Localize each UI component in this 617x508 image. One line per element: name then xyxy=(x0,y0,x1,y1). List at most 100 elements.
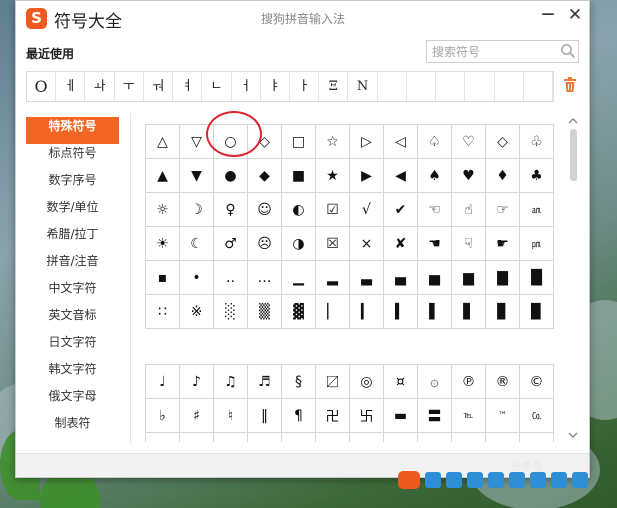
recent-symbol-cell[interactable]: ㅏ xyxy=(290,72,320,101)
symbol-cell[interactable]: ※ xyxy=(179,294,214,329)
recent-symbol-cell[interactable]: Ξ xyxy=(319,72,349,101)
sidebar-item[interactable]: 希腊/拉丁 xyxy=(26,225,119,252)
symbol-cell[interactable]: ℡ xyxy=(451,398,486,433)
sidebar-item[interactable]: 制表符 xyxy=(26,414,119,441)
symbol-cell[interactable]: × xyxy=(349,226,384,261)
symbol-cell[interactable]: ★ xyxy=(315,158,350,193)
symbol-cell[interactable]: ▶ xyxy=(349,158,384,193)
symbol-cell[interactable] xyxy=(451,432,486,442)
symbol-cell[interactable]: ▪ xyxy=(145,260,180,295)
symbol-cell[interactable]: ♠ xyxy=(417,158,452,193)
symbol-cell[interactable]: ✘ xyxy=(383,226,418,261)
sidebar-item[interactable]: 数学/单位 xyxy=(26,198,119,225)
symbol-cell[interactable]: ☟ xyxy=(451,226,486,261)
symbol-cell[interactable]: ℗ xyxy=(451,364,486,399)
symbol-cell[interactable]: … xyxy=(247,260,282,295)
symbol-cell[interactable] xyxy=(179,432,214,442)
symbol-cell[interactable]: ☺ xyxy=(247,192,282,227)
recent-symbol-cell[interactable]: ㅜ xyxy=(115,72,144,101)
sidebar-item[interactable]: 俄文字母 xyxy=(26,387,119,414)
symbol-cell[interactable]: ☆ xyxy=(315,124,350,159)
symbol-cell[interactable]: ☹ xyxy=(247,226,282,261)
symbol-cell[interactable]: ✔ xyxy=(383,192,418,227)
recent-symbol-cell[interactable]: O xyxy=(27,72,57,101)
symbol-cell[interactable]: ▏ xyxy=(315,294,350,329)
symbol-cell[interactable]: ㏘ xyxy=(519,226,554,261)
symbol-cell[interactable]: ◑ xyxy=(281,226,316,261)
symbol-cell[interactable] xyxy=(383,432,418,442)
recent-symbol-cell[interactable]: ㅔ xyxy=(56,72,86,101)
chinese-mode-icon[interactable] xyxy=(425,472,441,488)
symbol-cell[interactable]: © xyxy=(519,364,554,399)
symbol-cell[interactable]: ♪ xyxy=(179,364,214,399)
symbol-cell[interactable]: ۞ xyxy=(417,364,452,399)
symbol-cell[interactable]: ‥ xyxy=(213,260,248,295)
close-button[interactable]: ✕ xyxy=(566,5,584,27)
symbol-cell[interactable]: ▍ xyxy=(383,294,418,329)
symbol-cell[interactable]: ☼ xyxy=(145,192,180,227)
symbol-cell[interactable]: ♣ xyxy=(519,158,554,193)
symbol-cell[interactable]: ◐ xyxy=(281,192,316,227)
symbol-cell[interactable]: ▃ xyxy=(349,260,384,295)
search-box[interactable] xyxy=(426,40,579,63)
symbol-cell[interactable]: ☜ xyxy=(417,192,452,227)
symbol-cell[interactable]: ● xyxy=(213,158,248,193)
sidebar-item[interactable]: 特殊符号 xyxy=(26,117,119,144)
symbol-cell[interactable]: √ xyxy=(349,192,384,227)
symbol-cell[interactable]: ▋ xyxy=(451,294,486,329)
sidebar-item[interactable]: 英文音标 xyxy=(26,306,119,333)
symbol-cell[interactable]: ▌ xyxy=(417,294,452,329)
symbol-cell[interactable]: ▬ xyxy=(383,398,418,433)
symbol-cell[interactable]: ♥ xyxy=(451,158,486,193)
recent-symbol-cell[interactable]: ㅑ xyxy=(261,72,290,101)
symbol-cell[interactable]: 卍 xyxy=(315,398,350,433)
symbol-cell[interactable]: ◁ xyxy=(383,124,418,159)
symbol-cell[interactable]: ▁ xyxy=(281,260,316,295)
punctuation-icon[interactable] xyxy=(467,472,483,488)
skin-icon[interactable] xyxy=(551,472,567,488)
recent-symbol-cell[interactable]: ㅘ xyxy=(85,72,115,101)
symbol-cell[interactable]: ▎ xyxy=(349,294,384,329)
sidebar-item[interactable]: 拼音/注音 xyxy=(26,252,119,279)
symbol-cell[interactable]: ◎ xyxy=(349,364,384,399)
recent-symbol-cell[interactable] xyxy=(524,72,553,101)
symbol-cell[interactable]: □ xyxy=(281,124,316,159)
symbol-cell[interactable]: ♭ xyxy=(145,398,180,433)
recent-symbol-cell[interactable] xyxy=(378,72,407,101)
symbol-cell[interactable]: ▄ xyxy=(383,260,418,295)
symbol-cell[interactable]: ♤ xyxy=(417,124,452,159)
keyboard-icon[interactable] xyxy=(509,472,525,488)
symbol-cell[interactable]: ¤ xyxy=(383,364,418,399)
recent-symbol-cell[interactable] xyxy=(407,72,437,101)
recent-symbol-cell[interactable]: N xyxy=(348,72,378,101)
symbol-cell[interactable]: ♂ xyxy=(213,226,248,261)
symbol-cell[interactable]: ◀ xyxy=(383,158,418,193)
symbol-cell[interactable]: ░ xyxy=(213,294,248,329)
symbol-cell[interactable]: ® xyxy=(485,364,520,399)
symbol-cell[interactable]: ■ xyxy=(281,158,316,193)
scroll-up-icon[interactable] xyxy=(568,117,578,125)
minimize-button[interactable]: — xyxy=(540,7,556,27)
symbol-cell[interactable] xyxy=(145,432,180,442)
symbol-cell[interactable]: ☚ xyxy=(417,226,452,261)
recent-symbol-cell[interactable] xyxy=(495,72,524,101)
search-input[interactable] xyxy=(427,41,553,62)
symbol-cell[interactable]: ▷ xyxy=(349,124,384,159)
recent-symbol-cell[interactable]: ㅓ xyxy=(232,72,261,101)
symbol-cell[interactable]: ‖ xyxy=(247,398,282,433)
symbol-cell[interactable]: ◇ xyxy=(485,124,520,159)
symbol-cell[interactable] xyxy=(281,432,316,442)
recent-symbol-cell[interactable]: ㄴ xyxy=(202,72,232,101)
symbol-cell[interactable]: ▆ xyxy=(451,260,486,295)
symbol-cell[interactable]: ☞ xyxy=(485,192,520,227)
sidebar-item[interactable]: 数字序号 xyxy=(26,171,119,198)
symbol-cell[interactable]: ☾ xyxy=(179,226,214,261)
sidebar-item[interactable]: 日文字符 xyxy=(26,333,119,360)
symbol-cell[interactable]: ☒ xyxy=(315,226,350,261)
user-icon[interactable] xyxy=(530,472,546,488)
symbol-cell[interactable]: • xyxy=(179,260,214,295)
symbol-cell[interactable]: ▼ xyxy=(179,158,214,193)
vertical-scrollbar[interactable] xyxy=(568,117,578,442)
scroll-thumb[interactable] xyxy=(570,129,577,181)
sidebar-item[interactable]: 中文字符 xyxy=(26,279,119,306)
